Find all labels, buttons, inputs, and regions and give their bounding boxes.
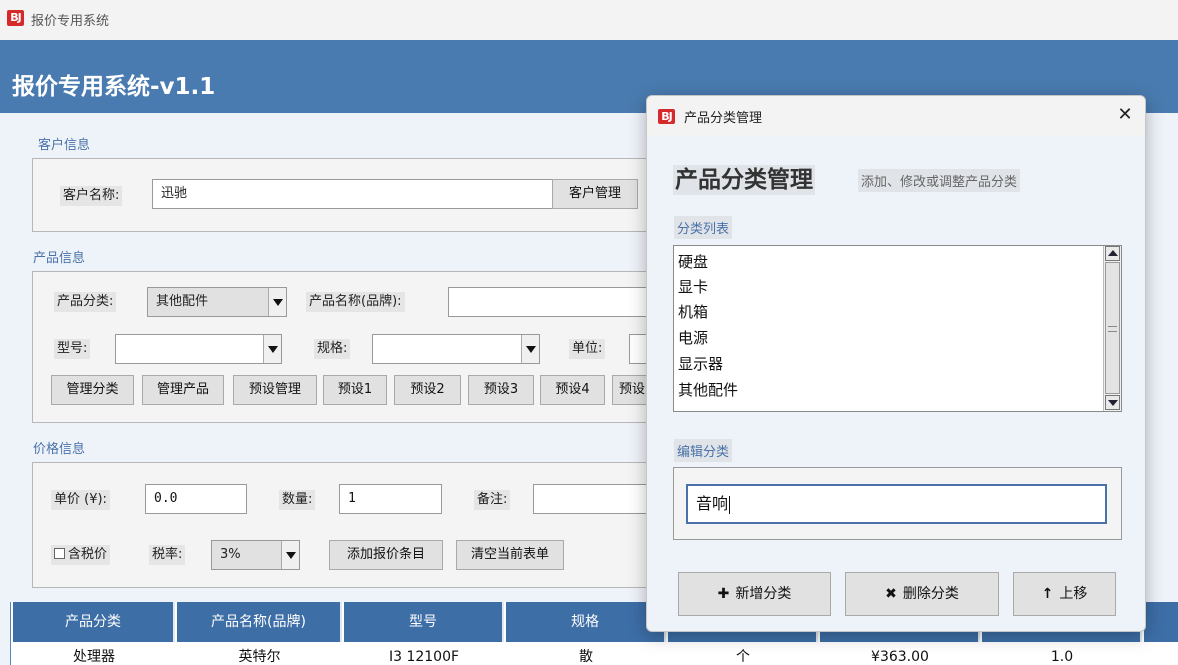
spec-combo[interactable] [372,334,540,364]
model-combo[interactable] [115,334,282,364]
clear-form-button[interactable]: 清空当前表单 [456,540,564,570]
preset-manage-button[interactable]: 预设管理 [233,375,317,405]
list-item[interactable]: 显示器 [678,354,723,374]
customer-panel: 客户名称: 迅驰 客户管理 [32,158,652,232]
unit-price-label: 单价 (¥): [51,490,110,510]
manage-category-button[interactable]: 管理分类 [51,375,134,405]
edit-category-value: 音响 [696,494,729,513]
note-label: 备注: [474,490,511,510]
list-item[interactable]: 电源 [678,328,708,348]
category-manage-dialog[interactable]: BJ 产品分类管理 ✕ 产品分类管理 添加、修改或调整产品分类 分类列表 硬盘 … [646,95,1146,632]
table-header-spec[interactable]: 规格 [506,602,666,642]
manage-product-button[interactable]: 管理产品 [142,375,224,405]
tax-included-label: 含税价 [68,547,108,562]
table-cell-price: ¥363.00 [871,649,929,665]
preset-4-button[interactable]: 预设4 [540,375,605,405]
tax-rate-value: 3% [220,547,241,562]
customer-manage-button[interactable]: 客户管理 [552,179,638,209]
note-input[interactable] [533,484,653,514]
product-category-label: 产品分类: [54,292,117,312]
list-item[interactable]: 显卡 [678,277,708,297]
product-name-label: 产品名称(品牌): [306,292,405,312]
edit-category-input[interactable]: 音响 [686,484,1107,524]
category-list-label: 分类列表 [674,216,733,239]
customer-name-label: 客户名称: [60,186,123,206]
tax-included-checkbox[interactable]: 含税价 [51,545,111,565]
table-cell-quantity: 1.0 [1050,649,1074,665]
scroll-up-icon[interactable] [1105,246,1120,261]
edit-category-label: 编辑分类 [674,439,733,462]
customer-name-value: 迅驰 [161,186,188,201]
move-up-label: 上移 [1059,586,1088,602]
dialog-subtitle: 添加、修改或调整产品分类 [858,169,1021,192]
table-cell-category: 处理器 [73,649,115,665]
unit-label: 单位: [569,339,606,359]
list-scrollbar[interactable] [1103,246,1121,411]
dialog-heading: 产品分类管理 [673,165,815,195]
price-section-label: 价格信息 [33,442,86,457]
text-caret [729,495,731,514]
unit-price-input[interactable]: 0.0 [145,484,247,514]
tax-rate-combo[interactable]: 3% [211,540,300,570]
category-listbox[interactable]: 硬盘 显卡 机箱 电源 显示器 其他配件 [673,245,1122,412]
edit-category-panel: 音响 [673,467,1122,540]
add-quote-item-button[interactable]: 添加报价条目 [329,540,443,570]
plus-icon: ✚ [717,586,730,602]
scroll-down-icon[interactable] [1105,395,1120,410]
model-label: 型号: [54,339,91,359]
grip-icon [1108,326,1117,332]
preset-1-button[interactable]: 预设1 [323,375,387,405]
tax-rate-label: 税率: [149,545,186,565]
product-name-input[interactable] [448,287,653,317]
dialog-title: 产品分类管理 [684,111,763,126]
app-logo-icon: BJ [658,109,675,124]
app-title: 报价专用系统-v1.1 [12,74,216,100]
price-panel: 单价 (¥): 0.0 数量: 1 备注: 含税价 税率: 3% 添加报价条目 … [32,462,653,588]
list-item[interactable]: 机箱 [678,302,708,322]
product-section-label: 产品信息 [33,251,86,266]
product-panel: 产品分类: 其他配件 产品名称(品牌): 型号: 规格: 单位: 管理分类 管理… [32,271,653,423]
chevron-down-icon[interactable] [521,335,539,363]
table-cell-spec: 散 [579,649,593,665]
table-header-product-name[interactable]: 产品名称(品牌) [177,602,342,642]
add-category-button[interactable]: ✚ 新增分类 [678,572,831,616]
chevron-down-icon[interactable] [281,541,299,569]
delete-category-button[interactable]: ✖ 删除分类 [845,572,999,616]
chevron-down-icon[interactable] [263,335,281,363]
delete-category-label: 删除分类 [902,586,959,602]
product-category-value: 其他配件 [156,294,209,309]
preset-2-button[interactable]: 预设2 [394,375,461,405]
chevron-down-icon[interactable] [268,288,286,316]
table-header-col8[interactable] [1144,602,1178,642]
add-category-label: 新增分类 [735,586,792,602]
close-icon[interactable]: ✕ [1115,104,1135,126]
dialog-titlebar[interactable]: BJ 产品分类管理 ✕ [647,96,1145,136]
quantity-input[interactable]: 1 [339,484,442,514]
table-cell-model: I3 12100F [388,649,460,665]
move-up-button[interactable]: ↑ 上移 [1013,572,1116,616]
window-title: 报价专用系统 [31,14,110,29]
table-cell-product-name: 英特尔 [238,649,281,665]
list-item[interactable]: 其他配件 [678,380,738,400]
list-item[interactable]: 硬盘 [678,252,708,272]
app-logo-icon: BJ [7,10,24,26]
preset-3-button[interactable]: 预设3 [468,375,534,405]
customer-section-label: 客户信息 [38,138,91,153]
delete-icon: ✖ [885,586,897,602]
scroll-thumb[interactable] [1105,262,1120,394]
arrow-up-icon: ↑ [1041,586,1054,602]
spec-label: 规格: [314,339,351,359]
table-header-category[interactable]: 产品分类 [13,602,175,642]
customer-name-combo[interactable]: 迅驰 [152,179,572,209]
product-category-combo[interactable]: 其他配件 [147,287,287,317]
quantity-label: 数量: [279,490,316,510]
table-header-model[interactable]: 型号 [344,602,504,642]
checkbox-icon[interactable] [54,548,65,559]
table-cell-unit: 个 [736,649,750,665]
window-titlebar: BJ 报价专用系统 [0,0,1178,40]
